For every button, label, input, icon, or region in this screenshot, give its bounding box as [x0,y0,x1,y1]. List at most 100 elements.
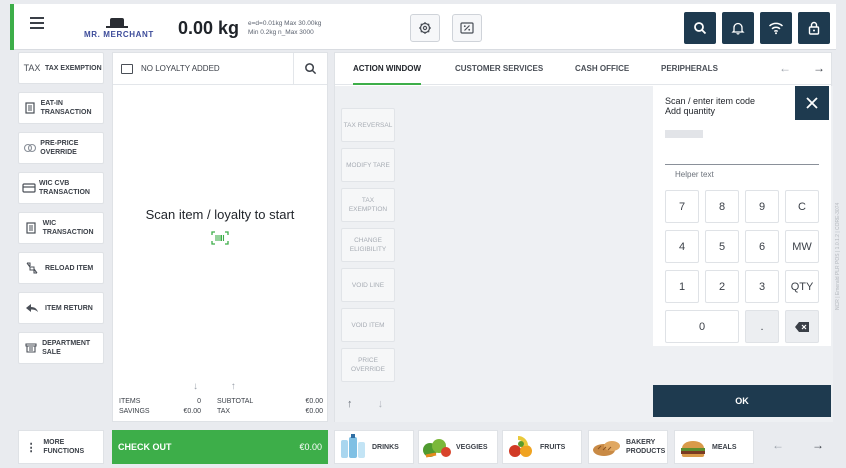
tax-exemption-action-button[interactable]: TAX EXEMPTION [341,188,395,222]
backspace-icon [795,321,809,332]
function-label: EAT-IN TRANSACTION [40,100,92,116]
subtotal-value: €0.00 [305,398,323,405]
function-label: RELOAD ITEM [45,264,94,272]
category-drinks[interactable]: DRINKS [334,430,414,464]
arrow-down-icon[interactable]: ↓ [378,398,384,410]
modify-tare-button[interactable]: MODIFY TARE [341,148,395,182]
more-functions-button[interactable]: ⋮ MORE FUNCTIONS [18,430,104,464]
key-mw[interactable]: MW [785,230,819,263]
key-qty[interactable]: QTY [785,270,819,303]
tax-label: TAX [217,408,231,415]
more-vert-icon: ⋮ [25,441,37,454]
tab-prev-icon[interactable]: ← [779,61,791,75]
return-arrow-icon [19,303,45,313]
hat-icon [106,18,128,28]
backspace-button[interactable] [785,310,819,343]
loyalty-search-button[interactable] [293,53,327,84]
arrow-up-icon[interactable]: ↑ [231,381,236,392]
close-button[interactable] [795,86,829,120]
loyalty-card-icon [121,63,133,74]
scale-weight: 0.00 kg [178,18,240,38]
key-0[interactable]: 0 [665,310,739,343]
price-tag-icon [19,143,40,153]
function-label: DEPARTMENT SALE [42,340,91,356]
items-value: 0 [197,398,201,405]
tab-cash-office[interactable]: CASH OFFICE [575,53,629,85]
void-line-button[interactable]: VOID LINE [341,268,395,302]
discount-button[interactable] [452,14,482,42]
transaction-panel: NO LOYALTY ADDED Scan item / loyalty to … [112,52,328,422]
category-next-icon[interactable]: → [812,438,824,452]
price-override-button[interactable]: PRICE OVERRIDE [341,348,395,382]
function-label: TAX EXEMPTION [45,64,102,72]
reload-item-button[interactable]: RELOAD ITEM [18,252,104,284]
key-7[interactable]: 7 [665,190,699,223]
category-label: DRINKS [372,443,399,451]
logo-text: MR. MERCHANT [84,30,154,39]
close-icon [806,97,818,109]
tab-customer-services[interactable]: CUSTOMER SERVICES [455,53,543,85]
tab-next-icon[interactable]: → [813,61,825,75]
key-decimal[interactable]: . [745,310,779,343]
card-icon [19,183,39,193]
arrow-down-icon[interactable]: ↓ [193,381,198,392]
keypad-title: Scan / enter item code Add quantity [665,96,755,116]
wifi-icon [768,22,784,35]
list-scroll-arrows[interactable]: ↓ ↑ [193,381,236,392]
function-label: WIC CVB TRANSACTION [39,180,90,196]
change-eligibility-button[interactable]: CHANGE ELIGIBILITY [341,228,395,262]
category-prev-icon[interactable]: ← [772,438,784,452]
document-icon [19,102,41,114]
key-9[interactable]: 9 [745,190,779,223]
tab-peripherals[interactable]: PERIPHERALS [661,53,718,85]
department-sale-button[interactable]: DEPARTMENT SALE [18,332,104,364]
pre-price-override-button[interactable]: PRE-PRICE OVERRIDE [18,132,104,164]
key-8[interactable]: 8 [705,190,739,223]
checkout-button[interactable]: CHECK OUT €0.00 [112,430,328,464]
category-veggies[interactable]: VEGGIES [418,430,498,464]
veggies-image [422,434,452,460]
entry-display[interactable] [665,130,703,138]
category-bakery-products[interactable]: BAKERY PRODUCTS [588,430,668,464]
key-3[interactable]: 3 [745,270,779,303]
item-return-button[interactable]: ITEM RETURN [18,292,104,324]
scale-info-line1: e=d=0.01kg Max 30.00kg [248,20,322,27]
action-scroll-arrows[interactable]: ↑ ↓ [347,398,383,410]
meals-image [678,434,708,460]
ok-button[interactable]: OK [653,385,831,417]
tax-value: €0.00 [305,408,323,415]
key-clear[interactable]: C [785,190,819,223]
key-2[interactable]: 2 [705,270,739,303]
category-label: BAKERY PRODUCTS [626,439,666,455]
barcode-icon [211,231,229,250]
scale-info-line2: Min 0.2kg n_Max 3000 [248,29,314,36]
key-5[interactable]: 5 [705,230,739,263]
savings-value: €0.00 [183,408,201,415]
wic-transaction-button[interactable]: WIC TRANSACTION [18,212,104,244]
category-fruits[interactable]: FRUITS [502,430,582,464]
lock-icon [808,21,820,35]
entry-underline [665,164,819,165]
tax-reversal-button[interactable]: TAX REVERSAL [341,108,395,142]
wic-cvb-transaction-button[interactable]: WIC CVB TRANSACTION [18,172,104,204]
category-label: VEGGIES [456,443,488,451]
search-button[interactable] [684,12,716,44]
eat-in-transaction-button[interactable]: EAT-IN TRANSACTION [18,92,104,124]
notifications-button[interactable] [722,12,754,44]
lock-button[interactable] [798,12,830,44]
network-button[interactable] [760,12,792,44]
key-6[interactable]: 6 [745,230,779,263]
arrow-up-icon[interactable]: ↑ [347,398,353,410]
fruits-image [506,434,536,460]
loyalty-bar[interactable]: NO LOYALTY ADDED [113,53,327,85]
key-4[interactable]: 4 [665,230,699,263]
void-item-button[interactable]: VOID ITEM [341,308,395,342]
checkout-amount: €0.00 [299,442,322,452]
menu-icon[interactable] [30,17,44,29]
tax-exemption-button[interactable]: TAX TAX EXEMPTION [18,52,104,84]
scale-zero-button[interactable] [410,14,440,42]
coupon-icon [460,22,474,34]
category-meals[interactable]: MEALS [674,430,754,464]
tab-action-window[interactable]: ACTION WINDOW [353,53,421,85]
key-1[interactable]: 1 [665,270,699,303]
